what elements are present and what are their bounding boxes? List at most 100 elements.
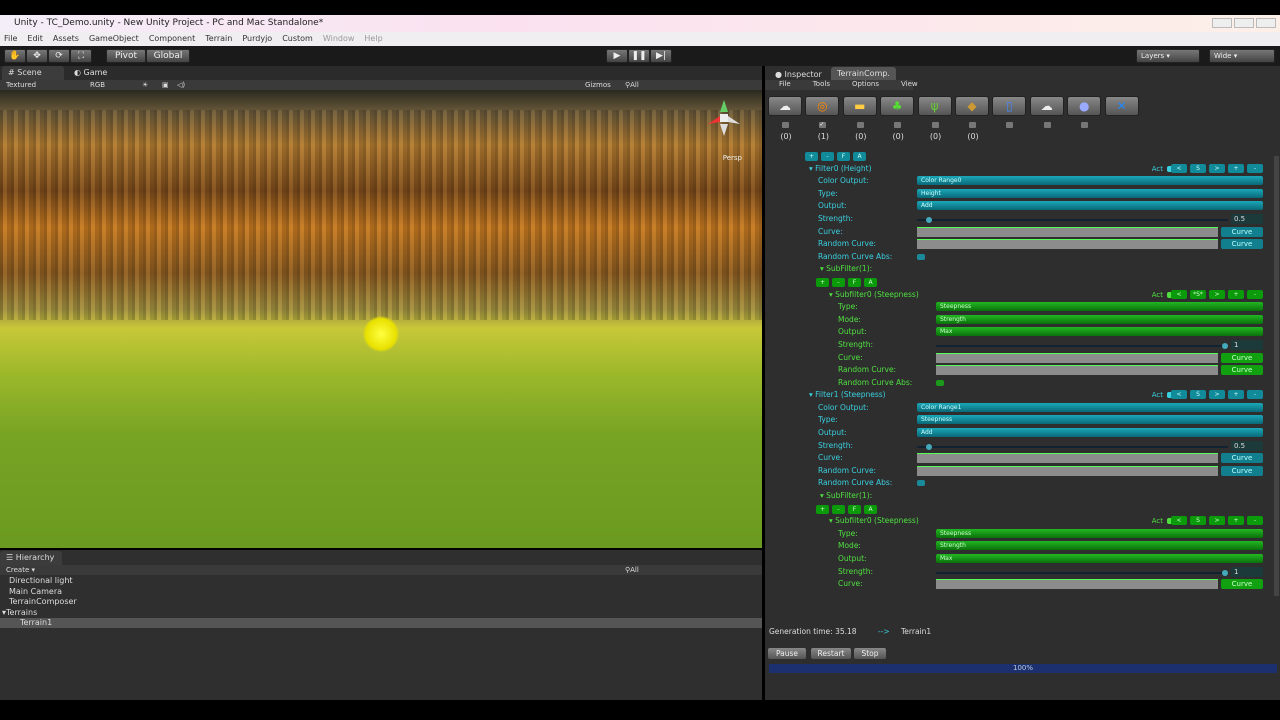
filter-btn[interactable]: -: [832, 277, 845, 287]
tc-menu-file[interactable]: File: [779, 80, 791, 90]
curve-preview[interactable]: [936, 579, 1218, 590]
filter-control-btn[interactable]: >: [1209, 516, 1225, 526]
field-label[interactable]: ▾ SubFilter(1):: [820, 490, 872, 502]
dropdown-field[interactable]: Max: [936, 327, 1263, 337]
curve-preview[interactable]: [936, 365, 1218, 376]
curve-button[interactable]: Curve: [1221, 453, 1263, 464]
toggle[interactable]: [936, 379, 944, 386]
filter-btn[interactable]: A: [864, 504, 877, 514]
dropdown-field[interactable]: Height: [917, 188, 1263, 198]
image-icon[interactable]: ▣: [162, 80, 169, 90]
maximize-button[interactable]: [1234, 18, 1254, 28]
tool-checkbox[interactable]: [894, 122, 902, 128]
filter-control-btn[interactable]: -: [1247, 516, 1263, 526]
menu-purdyjo[interactable]: Purdyjo: [242, 32, 272, 46]
filter-btn[interactable]: +: [805, 152, 818, 161]
filter-btn[interactable]: -: [832, 504, 845, 514]
step-icon[interactable]: ▶|: [650, 49, 672, 63]
pause-button[interactable]: Pause: [768, 648, 806, 659]
dropdown-field[interactable]: Max: [936, 554, 1263, 563]
tc-menu-tools[interactable]: Tools: [813, 80, 830, 90]
slider-knob[interactable]: [926, 443, 933, 450]
filter-control-btn[interactable]: +: [1228, 289, 1244, 299]
filter-btn[interactable]: F: [848, 277, 861, 287]
dropdown-field[interactable]: Steepness: [917, 415, 1263, 425]
field-label[interactable]: ▾ Filter1 (Steepness): [809, 389, 886, 401]
toggle[interactable]: [917, 253, 925, 260]
orientation-gizmo-icon[interactable]: [704, 98, 744, 138]
render-mode-dropdown[interactable]: Textured: [6, 80, 36, 90]
close-button[interactable]: [1256, 18, 1276, 28]
curve-button[interactable]: Curve: [1221, 226, 1263, 237]
global-button[interactable]: Global: [146, 49, 190, 63]
landscape-icon[interactable]: ▬: [842, 96, 877, 116]
toggle[interactable]: [917, 480, 925, 487]
filter-control-btn[interactable]: +: [1228, 390, 1244, 400]
filter-control-btn[interactable]: +: [1228, 163, 1244, 173]
filter-list[interactable]: + - F A ▾ Filter0 (Height) Act < S > + - Color Outp…: [765, 150, 1273, 625]
stop-button[interactable]: Stop: [854, 648, 886, 659]
tab-scene[interactable]: # Scene: [2, 66, 64, 80]
tool-checkbox[interactable]: [782, 122, 789, 128]
menu-edit[interactable]: Edit: [27, 32, 43, 46]
clouds-icon[interactable]: ☁: [768, 96, 802, 116]
curve-button[interactable]: Curve: [1221, 579, 1263, 590]
strength-slider[interactable]: [917, 216, 1228, 223]
curve-button[interactable]: Curve: [1221, 352, 1263, 363]
channel-dropdown[interactable]: RGB: [90, 80, 105, 90]
hierarchy-item[interactable]: Main Camera: [9, 587, 62, 596]
curve-button[interactable]: Curve: [1221, 365, 1263, 376]
objects-icon[interactable]: ◆: [955, 96, 989, 116]
menu-component[interactable]: Component: [149, 32, 195, 46]
save-icon[interactable]: ▯: [992, 96, 1027, 116]
field-label[interactable]: ▾ SubFilter(1):: [820, 263, 872, 275]
layers-dropdown[interactable]: Layers ▾: [1136, 49, 1200, 63]
dropdown-field[interactable]: Steepness: [936, 302, 1263, 312]
filter-btn[interactable]: A: [853, 152, 866, 161]
curve-preview[interactable]: [917, 465, 1218, 476]
filter-control-btn[interactable]: <: [1171, 516, 1187, 526]
curve-button[interactable]: Curve: [1221, 465, 1263, 476]
strength-value[interactable]: 1: [1231, 566, 1263, 577]
curve-preview[interactable]: [917, 453, 1218, 464]
filter-control-btn[interactable]: S: [1190, 516, 1206, 526]
move-tool-icon[interactable]: ✥: [26, 49, 48, 63]
filter-btn[interactable]: +: [816, 277, 829, 287]
create-dropdown[interactable]: Create ▾: [6, 565, 35, 575]
strength-value[interactable]: 0.5: [1231, 213, 1263, 224]
tree-icon[interactable]: ♣: [880, 96, 915, 116]
color-wheel-icon[interactable]: ◎: [805, 96, 840, 116]
filter-btn[interactable]: F: [837, 152, 850, 161]
dropdown-field[interactable]: Color Range1: [917, 402, 1263, 412]
strength-value[interactable]: 0.5: [1231, 440, 1263, 451]
slider-knob[interactable]: [1222, 569, 1229, 576]
menu-file[interactable]: File: [4, 32, 17, 46]
curve-preview[interactable]: [917, 239, 1218, 250]
settings-icon[interactable]: ✕: [1104, 96, 1139, 116]
scene-search-input[interactable]: ⚲All: [625, 80, 639, 90]
slider-knob[interactable]: [1222, 342, 1229, 349]
curve-preview[interactable]: [936, 352, 1218, 363]
dropdown-field[interactable]: Strength: [936, 541, 1263, 551]
inspector-scrollbar[interactable]: [1274, 156, 1279, 596]
strength-slider[interactable]: [936, 569, 1229, 576]
menu-custom[interactable]: Custom: [282, 32, 313, 46]
tool-checkbox[interactable]: [931, 122, 939, 128]
tool-checkbox[interactable]: [1081, 122, 1089, 128]
filter-control-btn[interactable]: >: [1209, 163, 1225, 173]
filter-control-btn[interactable]: S: [1190, 390, 1206, 400]
curve-preview[interactable]: [917, 226, 1218, 237]
filter-control-btn[interactable]: <: [1171, 390, 1187, 400]
menu-assets[interactable]: Assets: [53, 32, 79, 46]
hierarchy-item[interactable]: TerrainComposer: [9, 597, 77, 606]
strength-value[interactable]: 1: [1231, 339, 1263, 350]
filter-control-btn[interactable]: -: [1247, 289, 1263, 299]
menu-gameobject[interactable]: GameObject: [89, 32, 139, 46]
cloud-icon[interactable]: ☁: [1029, 96, 1064, 116]
filter-control-btn[interactable]: <: [1171, 163, 1187, 173]
gizmos-dropdown[interactable]: Gizmos: [585, 80, 611, 90]
menu-window[interactable]: Window: [323, 32, 355, 46]
filter-btn[interactable]: +: [816, 504, 829, 514]
menu-terrain[interactable]: Terrain: [205, 32, 232, 46]
tab-hierarchy[interactable]: ☰ Hierarchy: [0, 551, 62, 565]
